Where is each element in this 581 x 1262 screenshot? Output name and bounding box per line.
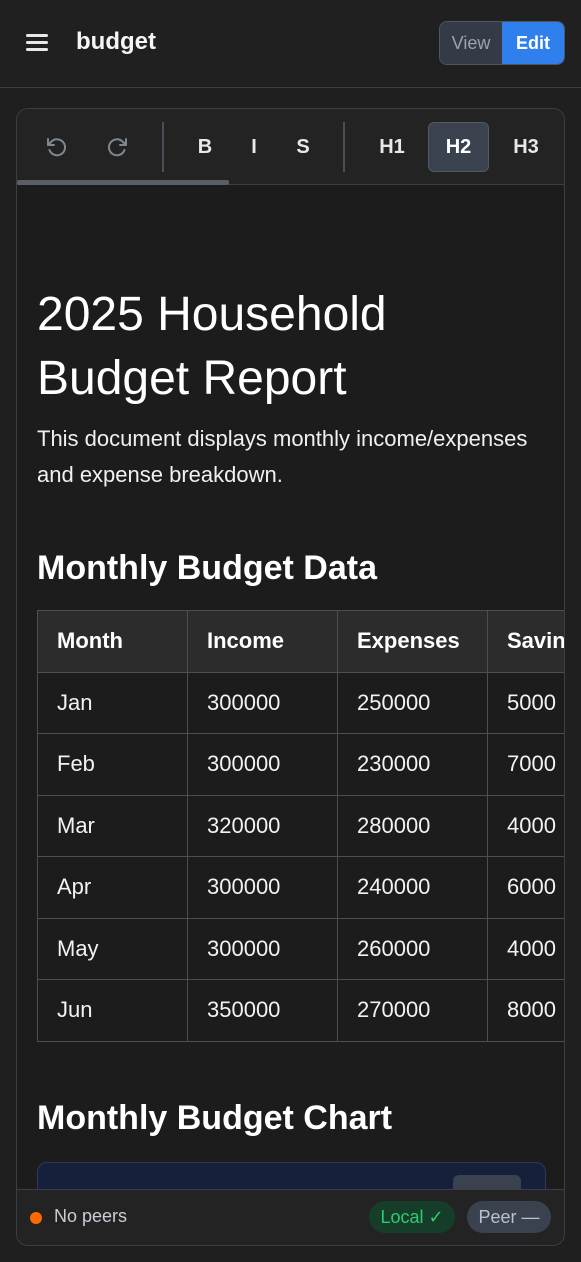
table-cell: 320000 xyxy=(187,794,338,857)
strikethrough-button[interactable]: S xyxy=(283,122,323,172)
app-title: budget xyxy=(76,28,156,55)
budget-table: Month Income Expenses Savin Jan 300000 2… xyxy=(37,610,564,1042)
editor-card: B I S H1 H2 H3 2025 Household Budget Rep… xyxy=(16,108,565,1246)
table-cell: 250000 xyxy=(337,671,488,734)
toolbar-divider xyxy=(162,122,164,172)
toolbar-divider xyxy=(343,122,345,172)
table-cell: 260000 xyxy=(337,917,488,980)
table-cell: 350000 xyxy=(187,979,338,1042)
heading-3-button[interactable]: H3 xyxy=(497,122,555,172)
app-header: budget View Edit xyxy=(0,0,581,88)
table-cell: 240000 xyxy=(337,856,488,919)
table-cell: 300000 xyxy=(187,856,338,919)
column-header: Income xyxy=(187,610,338,673)
table-cell: 230000 xyxy=(337,733,488,796)
peer-status-dot xyxy=(30,1212,42,1224)
heading-1-button[interactable]: H1 xyxy=(363,122,421,172)
local-sync-badge: Local ✓ xyxy=(369,1201,455,1233)
table-row: Jun 350000 270000 8000 xyxy=(37,979,564,1042)
edit-mode-button[interactable]: Edit xyxy=(502,22,564,64)
table-cell: 6000 xyxy=(487,856,564,919)
table-cell: 4000 xyxy=(487,917,564,980)
table-cell: Apr xyxy=(37,856,188,919)
table-cell: 280000 xyxy=(337,794,488,857)
table-row: May 300000 260000 4000 xyxy=(37,917,564,980)
table-cell: Jan xyxy=(37,671,188,734)
section-heading-chart: Monthly Budget Chart xyxy=(37,1099,393,1137)
mode-toggle[interactable]: View Edit xyxy=(439,21,565,65)
peer-sync-badge: Peer — xyxy=(467,1201,551,1233)
bold-button[interactable]: B xyxy=(185,122,225,172)
italic-button[interactable]: I xyxy=(234,122,274,172)
table-cell: 7000 xyxy=(487,733,564,796)
table-row: Jan 300000 250000 5000 xyxy=(37,671,564,734)
column-header: Month xyxy=(37,610,188,673)
chart-block[interactable] xyxy=(37,1162,546,1191)
table-row: Apr 300000 240000 6000 xyxy=(37,856,564,919)
table-cell: 5000 xyxy=(487,671,564,734)
editor-toolbar: B I S H1 H2 H3 xyxy=(17,109,564,185)
document-title: 2025 Household Budget Report xyxy=(37,288,387,405)
table-cell: 8000 xyxy=(487,979,564,1042)
table-cell: Jun xyxy=(37,979,188,1042)
table-cell: 300000 xyxy=(187,733,338,796)
undo-icon[interactable] xyxy=(37,122,77,172)
status-bar: No peers Local ✓ Peer — xyxy=(17,1189,564,1245)
column-header: Savin xyxy=(487,610,564,673)
peer-status-text: No peers xyxy=(54,1206,128,1226)
menu-icon[interactable] xyxy=(22,30,52,56)
table-cell: May xyxy=(37,917,188,980)
redo-icon[interactable] xyxy=(97,122,137,172)
table-cell: 300000 xyxy=(187,671,338,734)
table-cell: 270000 xyxy=(337,979,488,1042)
table-cell: Mar xyxy=(37,794,188,857)
table-row: Mar 320000 280000 4000 xyxy=(37,794,564,857)
table-cell: 4000 xyxy=(487,794,564,857)
document-intro: This document displays monthly income/ex… xyxy=(37,426,528,487)
table-cell: 300000 xyxy=(187,917,338,980)
document-body[interactable]: 2025 Household Budget Report This docume… xyxy=(17,185,564,1191)
heading-2-button[interactable]: H2 xyxy=(428,122,489,172)
table-row: Feb 300000 230000 7000 xyxy=(37,733,564,796)
view-mode-button[interactable]: View xyxy=(440,22,502,64)
table-header-row: Month Income Expenses Savin xyxy=(37,610,564,673)
table-cell: Feb xyxy=(37,733,188,796)
column-header: Expenses xyxy=(337,610,488,673)
section-heading-data: Monthly Budget Data xyxy=(37,549,377,587)
